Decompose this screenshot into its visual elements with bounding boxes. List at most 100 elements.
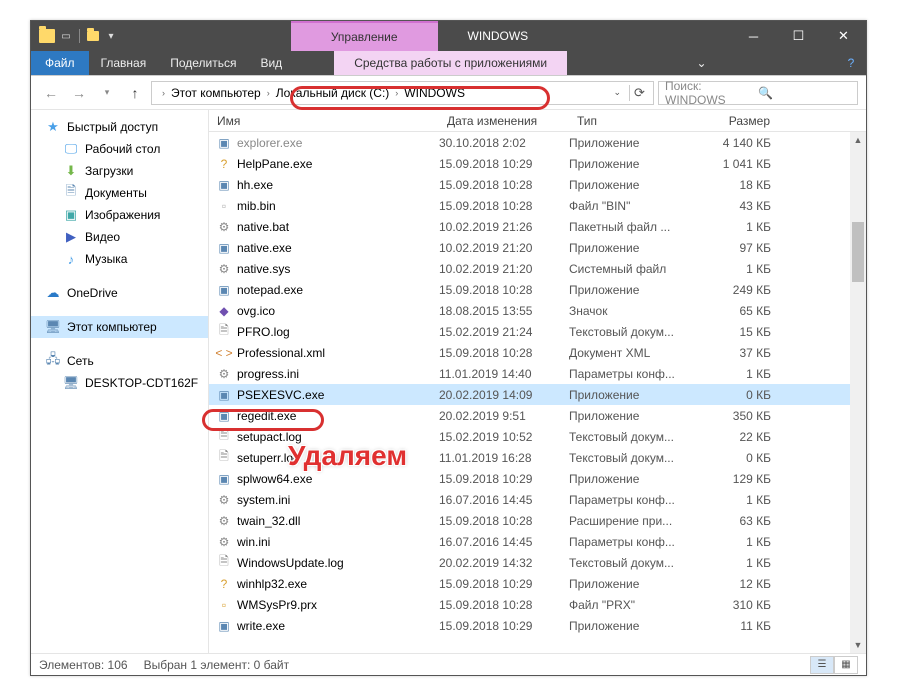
scrollbar[interactable]: ▲ ▼: [850, 132, 866, 653]
tab-home[interactable]: Главная: [89, 51, 159, 75]
file-row[interactable]: ▣native.exe10.02.2019 21:20Приложение97 …: [209, 237, 866, 258]
file-icon: ⚙: [215, 492, 233, 508]
qat-properties-icon[interactable]: ▭: [59, 29, 73, 43]
nav-onedrive[interactable]: ☁OneDrive: [31, 282, 208, 304]
file-type: Текстовый докум...: [569, 430, 699, 444]
status-selection: Выбран 1 элемент: 0 байт: [144, 658, 290, 672]
nav-forward-button[interactable]: →: [67, 81, 91, 105]
nav-desktop[interactable]: 🖵Рабочий стол: [31, 138, 208, 160]
file-row[interactable]: ⚙system.ini16.07.2016 14:45Параметры кон…: [209, 489, 866, 510]
ribbon-expand-icon[interactable]: ⌄: [687, 51, 717, 75]
maximize-button[interactable]: ☐: [776, 21, 821, 51]
pc-icon: 🖥: [63, 375, 79, 391]
qat-customize-icon[interactable]: ▾: [104, 29, 118, 43]
file-name: Professional.xml: [237, 346, 439, 360]
nav-music[interactable]: ♪Музыка: [31, 248, 208, 270]
scroll-thumb[interactable]: [852, 222, 864, 282]
videos-icon: ▶: [63, 229, 79, 245]
file-row[interactable]: ▣PSEXESVC.exe20.02.2019 14:09Приложение0…: [209, 384, 866, 405]
file-row[interactable]: ◆ovg.ico18.08.2015 13:55Значок65 КБ: [209, 300, 866, 321]
file-row[interactable]: ▣splwow64.exe15.09.2018 10:29Приложение1…: [209, 468, 866, 489]
nav-back-button[interactable]: ←: [39, 81, 63, 105]
file-row[interactable]: 🗎WindowsUpdate.log20.02.2019 14:32Тексто…: [209, 552, 866, 573]
file-icon: < >: [215, 345, 233, 361]
column-name[interactable]: Имя: [209, 114, 439, 128]
nav-history-dropdown[interactable]: ▾: [95, 81, 119, 105]
file-size: 11 КБ: [699, 619, 771, 633]
scroll-up-icon[interactable]: ▲: [850, 132, 866, 148]
file-name: native.bat: [237, 220, 439, 234]
nav-quick-access[interactable]: ★Быстрый доступ: [31, 116, 208, 138]
file-row[interactable]: ▣hh.exe15.09.2018 10:28Приложение18 КБ: [209, 174, 866, 195]
column-type[interactable]: Тип: [569, 114, 699, 128]
file-icon: ▣: [215, 282, 233, 298]
nav-this-pc[interactable]: 🖥Этот компьютер: [31, 316, 208, 338]
ribbon-help-icon[interactable]: ?: [836, 51, 866, 75]
tab-view[interactable]: Вид: [248, 51, 294, 75]
file-row[interactable]: ?winhlp32.exe15.09.2018 10:29Приложение1…: [209, 573, 866, 594]
file-date: 15.02.2019 10:52: [439, 430, 569, 444]
file-name: WindowsUpdate.log: [237, 556, 439, 570]
file-row[interactable]: ⚙native.bat10.02.2019 21:26Пакетный файл…: [209, 216, 866, 237]
contextual-tab-header: Управление: [291, 21, 438, 51]
file-row[interactable]: ?HelpPane.exe15.09.2018 10:29Приложение1…: [209, 153, 866, 174]
nav-network-host[interactable]: 🖥DESKTOP-CDT162F: [31, 372, 208, 394]
nav-up-button[interactable]: ↑: [123, 81, 147, 105]
file-row[interactable]: ▫mib.bin15.09.2018 10:28Файл "BIN"43 КБ: [209, 195, 866, 216]
file-row[interactable]: ▣notepad.exe15.09.2018 10:28Приложение24…: [209, 279, 866, 300]
chevron-right-icon[interactable]: ›: [395, 88, 398, 98]
tab-share[interactable]: Поделиться: [158, 51, 248, 75]
file-size: 249 КБ: [699, 283, 771, 297]
file-size: 4 140 КБ: [699, 136, 771, 150]
column-size[interactable]: Размер: [699, 114, 779, 128]
file-type: Приложение: [569, 388, 699, 402]
address-bar[interactable]: › Этот компьютер › Локальный диск (C:) ›…: [151, 81, 654, 105]
minimize-button[interactable]: ─: [731, 21, 776, 51]
file-tab[interactable]: Файл: [31, 51, 89, 75]
file-row[interactable]: ▣regedit.exe20.02.2019 9:51Приложение350…: [209, 405, 866, 426]
file-row[interactable]: ▣explorer.exe30.10.2018 2:02Приложение4 …: [209, 132, 866, 153]
file-row[interactable]: 🗎setupact.log15.02.2019 10:52Текстовый д…: [209, 426, 866, 447]
file-type: Текстовый докум...: [569, 556, 699, 570]
search-input[interactable]: Поиск: WINDOWS 🔍: [658, 81, 858, 105]
file-row[interactable]: < >Professional.xml15.09.2018 10:28Докум…: [209, 342, 866, 363]
file-name: write.exe: [237, 619, 439, 633]
view-details-button[interactable]: ☰: [810, 656, 834, 674]
view-icons-button[interactable]: ▦: [834, 656, 858, 674]
qat-new-folder-icon[interactable]: [86, 29, 100, 43]
file-name: regedit.exe: [237, 409, 439, 423]
nav-videos[interactable]: ▶Видео: [31, 226, 208, 248]
nav-documents[interactable]: 🗎Документы: [31, 182, 208, 204]
refresh-button[interactable]: ⟳: [629, 85, 649, 101]
nav-pictures[interactable]: ▣Изображения: [31, 204, 208, 226]
file-row[interactable]: ⚙win.ini16.07.2016 14:45Параметры конф..…: [209, 531, 866, 552]
breadcrumb-this-pc[interactable]: Этот компьютер: [167, 86, 265, 100]
file-type: Приложение: [569, 577, 699, 591]
nav-downloads[interactable]: ⬇Загрузки: [31, 160, 208, 182]
file-row[interactable]: 🗎setuperr.log11.01.2019 16:28Текстовый д…: [209, 447, 866, 468]
file-list-pane: Имя Дата изменения Тип Размер ▣explorer.…: [209, 110, 866, 653]
file-row[interactable]: ⚙progress.ini11.01.2019 14:40Параметры к…: [209, 363, 866, 384]
file-row[interactable]: ⚙native.sys10.02.2019 21:20Системный фай…: [209, 258, 866, 279]
file-row[interactable]: 🗎PFRO.log15.02.2019 21:24Текстовый докум…: [209, 321, 866, 342]
file-row[interactable]: ▣write.exe15.09.2018 10:29Приложение11 К…: [209, 615, 866, 636]
breadcrumb-folder[interactable]: WINDOWS: [400, 86, 469, 100]
file-row[interactable]: ⚙twain_32.dll15.09.2018 10:28Расширение …: [209, 510, 866, 531]
file-type: Приложение: [569, 241, 699, 255]
chevron-right-icon[interactable]: ›: [162, 88, 165, 98]
file-row[interactable]: ▫WMSysPr9.prx15.09.2018 10:28Файл "PRX"3…: [209, 594, 866, 615]
scroll-down-icon[interactable]: ▼: [850, 637, 866, 653]
breadcrumb-drive[interactable]: Локальный диск (C:): [272, 86, 394, 100]
close-button[interactable]: ✕: [821, 21, 866, 51]
tab-app-tools[interactable]: Средства работы с приложениями: [334, 51, 567, 75]
address-dropdown-icon[interactable]: ⌄: [607, 87, 627, 98]
quick-access-toolbar: ▭ ▾: [31, 29, 118, 43]
desktop-icon: 🖵: [63, 141, 79, 157]
file-icon: 🗎: [215, 450, 233, 466]
column-date[interactable]: Дата изменения: [439, 114, 569, 128]
chevron-right-icon[interactable]: ›: [267, 88, 270, 98]
file-icon: ▣: [215, 471, 233, 487]
nav-network[interactable]: 🖧Сеть: [31, 350, 208, 372]
file-icon: ⚙: [215, 261, 233, 277]
file-type: Приложение: [569, 472, 699, 486]
